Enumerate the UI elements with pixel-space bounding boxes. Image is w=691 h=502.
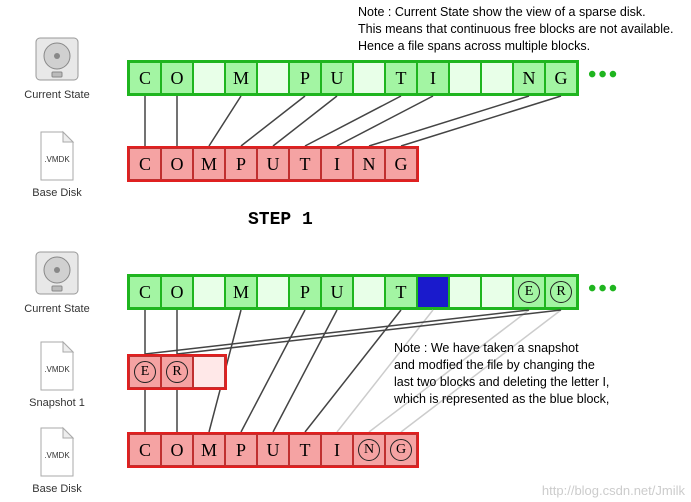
vmdk-file-icon: .VMDK — [35, 130, 79, 182]
circled-letter: E — [134, 361, 156, 383]
current-state-icon-top: Current State — [22, 34, 92, 101]
block-cell: G — [545, 62, 577, 94]
circled-letter: R — [166, 361, 188, 383]
block-cell — [257, 62, 289, 94]
block-cell — [193, 276, 225, 308]
base-row-bottom: COMPUTING — [127, 432, 419, 468]
circled-letter: R — [550, 281, 572, 303]
circled-letter: G — [390, 439, 412, 461]
block-cell: P — [289, 62, 321, 94]
block-cell: C — [129, 434, 161, 466]
vmdk-file-icon: .VMDK — [35, 340, 79, 392]
base-disk-icon-bottom: .VMDK Base Disk — [24, 426, 90, 495]
block-cell — [257, 276, 289, 308]
block-cell — [449, 62, 481, 94]
icon-label: Current State — [22, 89, 92, 101]
note-bottom: Note : We have taken a snapshot and modf… — [394, 340, 609, 408]
block-cell — [481, 276, 513, 308]
circled-letter: N — [358, 439, 380, 461]
block-cell: U — [321, 62, 353, 94]
sparse-row-top: COMPUTI NG — [127, 60, 579, 96]
block-cell: M — [193, 434, 225, 466]
block-cell: E — [513, 276, 545, 308]
watermark: http://blog.csdn.net/Jmilk — [542, 483, 685, 498]
block-cell: T — [385, 276, 417, 308]
block-cell: O — [161, 434, 193, 466]
note-line: Note : We have taken a snapshot — [394, 340, 609, 357]
vmdk-text: .VMDK — [44, 451, 70, 460]
note-line: and modfied the file by changing the — [394, 357, 609, 374]
hard-disk-icon — [32, 34, 82, 84]
snapshot-row: ER — [127, 354, 227, 390]
block-cell: N — [353, 148, 385, 180]
hard-disk-icon — [32, 248, 82, 298]
note-top: Note : Current State show the view of a … — [358, 4, 673, 55]
block-cell: O — [161, 62, 193, 94]
block-cell: M — [225, 62, 257, 94]
block-cell — [417, 276, 449, 308]
continuation-dots: ••• — [588, 62, 619, 89]
block-cell: G — [385, 148, 417, 180]
block-cell: R — [161, 356, 193, 388]
block-cell — [193, 62, 225, 94]
block-cell: P — [225, 148, 257, 180]
block-cell: T — [289, 434, 321, 466]
block-cell — [353, 276, 385, 308]
block-cell: I — [321, 434, 353, 466]
vmdk-text: .VMDK — [44, 365, 70, 374]
base-disk-icon-top: .VMDK Base Disk — [24, 130, 90, 199]
block-cell: O — [161, 276, 193, 308]
block-cell: O — [161, 148, 193, 180]
step-label: STEP 1 — [248, 210, 313, 230]
block-cell: T — [289, 148, 321, 180]
note-line: which is represented as the blue block, — [394, 391, 609, 408]
vmdk-file-icon: .VMDK — [35, 426, 79, 478]
block-cell: P — [225, 434, 257, 466]
block-cell: U — [257, 148, 289, 180]
block-cell: C — [129, 148, 161, 180]
current-state-icon-bottom: Current State — [22, 248, 92, 315]
circled-letter: E — [518, 281, 540, 303]
note-line: last two blocks and deleting the letter … — [394, 374, 609, 391]
icon-label: Current State — [22, 303, 92, 315]
block-cell — [449, 276, 481, 308]
block-cell: C — [129, 62, 161, 94]
sparse-row-bottom: COMPUT ER — [127, 274, 579, 310]
block-cell: P — [289, 276, 321, 308]
block-cell: R — [545, 276, 577, 308]
base-row-top: COMPUTING — [127, 146, 419, 182]
block-cell: E — [129, 356, 161, 388]
block-cell — [193, 356, 225, 388]
snapshot-icon: .VMDK Snapshot 1 — [24, 340, 90, 409]
icon-label: Base Disk — [24, 187, 90, 199]
block-cell — [353, 62, 385, 94]
block-cell: M — [193, 148, 225, 180]
icon-label: Snapshot 1 — [24, 397, 90, 409]
block-cell — [481, 62, 513, 94]
vmdk-text: .VMDK — [44, 155, 70, 164]
block-cell: M — [225, 276, 257, 308]
block-cell: U — [321, 276, 353, 308]
block-cell: I — [321, 148, 353, 180]
block-cell: I — [417, 62, 449, 94]
note-line: Hence a file spans across multiple block… — [358, 38, 673, 55]
continuation-dots: ••• — [588, 276, 619, 303]
block-cell: N — [353, 434, 385, 466]
block-cell: C — [129, 276, 161, 308]
block-cell: U — [257, 434, 289, 466]
note-line: Note : Current State show the view of a … — [358, 4, 673, 21]
block-cell: G — [385, 434, 417, 466]
icon-label: Base Disk — [24, 483, 90, 495]
block-cell: T — [385, 62, 417, 94]
note-line: This means that continuous free blocks a… — [358, 21, 673, 38]
block-cell: N — [513, 62, 545, 94]
